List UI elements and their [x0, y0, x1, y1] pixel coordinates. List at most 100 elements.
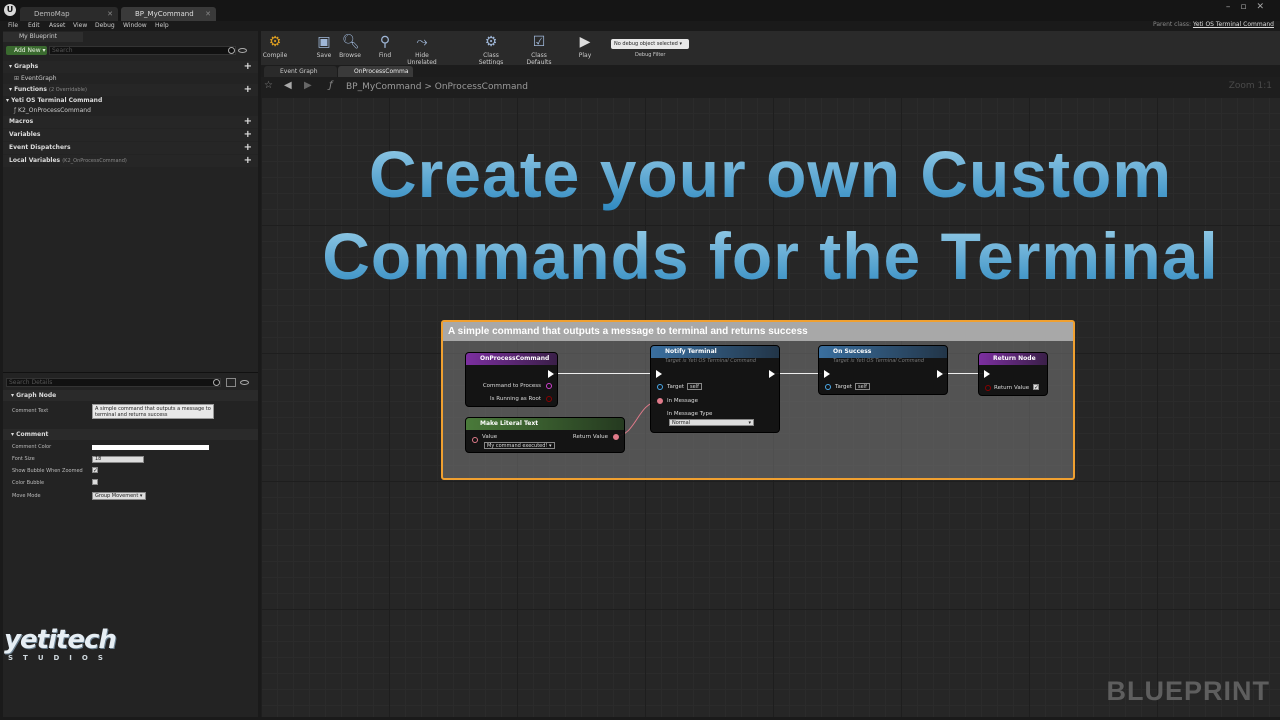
section-local-variables[interactable]: Local Variables (K2_OnProcessCommand) +	[3, 155, 258, 167]
text-in-pin[interactable]	[657, 398, 663, 404]
object-pin[interactable]	[825, 384, 831, 390]
node-on-success[interactable]: On Success Target is Yeti OS Terminal Co…	[818, 345, 948, 395]
functions-overridable-count: (2 Overridable)	[49, 87, 87, 93]
menu-file[interactable]: File	[8, 22, 18, 29]
node-make-literal-text[interactable]: Make Literal Text Value My command execu…	[465, 417, 625, 453]
section-graphs[interactable]: ▾ Graphs +	[3, 61, 258, 73]
star-icon[interactable]: ☆	[264, 80, 273, 91]
debug-object-dropdown[interactable]: No debug object selected ▾	[611, 39, 689, 49]
add-macro-plus-icon[interactable]: +	[244, 116, 252, 128]
add-graph-plus-icon[interactable]: +	[244, 61, 252, 73]
close-icon[interactable]: ✕	[107, 7, 113, 21]
comment-header[interactable]: ▾ Comment	[3, 429, 258, 440]
menu-window[interactable]: Window	[123, 22, 147, 29]
comment-text-field[interactable]: A simple command that outputs a message …	[92, 404, 214, 419]
parent-class-link[interactable]: Yeti OS Terminal Command	[1193, 21, 1274, 28]
exec-out-pin[interactable]	[769, 370, 775, 378]
tab-event-graph[interactable]: Event Graph	[264, 66, 337, 77]
node-return[interactable]: Return Node Return Value ✓	[978, 352, 1048, 396]
menu-debug[interactable]: Debug	[95, 22, 115, 29]
hide-unrelated-icon: ⤳	[416, 34, 428, 50]
section-event-dispatchers-label: Event Dispatchers	[9, 144, 71, 151]
text-pin[interactable]	[472, 437, 478, 443]
find-button[interactable]: ⚲ Find	[364, 34, 406, 59]
play-button[interactable]: ▶ Play	[564, 34, 606, 59]
menu-view[interactable]: View	[73, 22, 87, 29]
comment-header-label: Comment	[16, 431, 49, 438]
class-settings-button[interactable]: ⚙ Class Settings	[470, 34, 512, 66]
exec-out-pin[interactable]	[548, 370, 554, 378]
string-pin[interactable]	[546, 383, 552, 389]
section-functions[interactable]: ▾ Functions (2 Overridable) +	[3, 84, 258, 96]
back-arrow-icon[interactable]: ◀	[284, 80, 292, 91]
exec-in-pin[interactable]	[656, 370, 662, 378]
compile-button[interactable]: ⚙ Compile	[254, 34, 296, 59]
event-graph-item[interactable]: ⊞ EventGraph	[14, 75, 57, 82]
pin-root-label: Is Running as Root	[490, 396, 541, 402]
function-item-label: K2_OnProcessCommand	[18, 107, 91, 114]
my-blueprint-tab[interactable]: My Blueprint	[3, 32, 83, 42]
tab-onprocesscommand[interactable]: OnProcessComma	[338, 66, 413, 77]
target-self: self	[855, 383, 870, 390]
breadcrumb-leaf[interactable]: OnProcessCommand	[435, 82, 528, 92]
close-icon[interactable]: ✕	[205, 7, 211, 21]
breadcrumb-root[interactable]: BP_MyCommand	[346, 82, 421, 92]
function-category[interactable]: ▾ Yeti OS Terminal Command	[6, 97, 102, 104]
menu-help[interactable]: Help	[155, 22, 169, 29]
details-search-input[interactable]: Search Details	[6, 378, 221, 387]
move-mode-dropdown[interactable]: Group Movement ▾	[92, 492, 146, 500]
color-bubble-checkbox[interactable]	[92, 479, 98, 485]
window-controls[interactable]: –▫✕	[1226, 2, 1274, 12]
object-pin[interactable]	[657, 384, 663, 390]
bool-pin[interactable]	[985, 385, 991, 391]
section-macros[interactable]: Macros +	[3, 116, 258, 128]
node-notify-terminal[interactable]: Notify Terminal Target is Yeti OS Termin…	[650, 345, 780, 433]
tab-bp-mycommand[interactable]: BP_MyCommand ✕	[121, 7, 216, 21]
message-type-dropdown[interactable]: Normal ▾	[669, 419, 754, 426]
hide-unrelated-button[interactable]: ⤳ Hide Unrelated	[401, 34, 443, 66]
add-variable-plus-icon[interactable]: +	[244, 129, 252, 141]
forward-arrow-icon[interactable]: ▶	[304, 80, 312, 91]
comment-box-title[interactable]: A simple command that outputs a message …	[443, 322, 1073, 341]
add-new-button[interactable]: Add New ▾	[6, 46, 47, 55]
comment-color-swatch[interactable]	[92, 445, 209, 450]
grid-view-icon[interactable]	[226, 378, 236, 387]
chevron-down-icon: ▾	[748, 420, 751, 426]
menu-asset[interactable]: Asset	[49, 22, 65, 29]
compile-label: Compile	[262, 52, 288, 59]
text-out-pin[interactable]	[613, 434, 619, 440]
font-size-field[interactable]: 18	[92, 456, 144, 463]
function-item[interactable]: ƒ K2_OnProcessCommand	[14, 107, 91, 114]
section-variables[interactable]: Variables +	[3, 129, 258, 141]
graph-node-header[interactable]: ▾ Graph Node	[3, 390, 258, 401]
exec-in-pin[interactable]	[824, 370, 830, 378]
find-icon: ⚲	[379, 34, 391, 50]
node-onprocesscommand[interactable]: OnProcessCommand Command to Process Is R…	[465, 352, 558, 407]
compile-icon: ⚙	[268, 34, 282, 50]
eye-icon[interactable]	[240, 380, 249, 385]
class-settings-label: Class Settings	[478, 52, 504, 66]
add-function-plus-icon[interactable]: +	[244, 84, 252, 96]
graph-node-header-label: Graph Node	[16, 392, 57, 399]
tab-demomap[interactable]: DemoMap ✕	[20, 7, 118, 21]
pin-return-label: Return Value	[994, 385, 1030, 391]
blueprint-search-input[interactable]: Search	[49, 46, 236, 55]
eye-icon[interactable]	[238, 48, 247, 53]
class-defaults-button[interactable]: ☑ Class Defaults	[518, 34, 560, 66]
return-value-checkbox[interactable]: ✓	[1033, 384, 1039, 391]
exec-in-pin[interactable]	[984, 370, 990, 378]
section-event-dispatchers[interactable]: Event Dispatchers +	[3, 142, 258, 154]
bool-pin[interactable]	[546, 396, 552, 402]
menu-edit[interactable]: Edit	[28, 22, 40, 29]
literal-text-input[interactable]: My command executed! ▾	[484, 442, 555, 449]
add-dispatcher-plus-icon[interactable]: +	[244, 142, 252, 154]
play-icon: ▶	[579, 34, 591, 50]
node-title: On Success	[833, 348, 872, 355]
exec-out-pin[interactable]	[937, 370, 943, 378]
show-bubble-checkbox[interactable]: ✓	[92, 467, 98, 474]
class-settings-icon: ⚙	[484, 34, 498, 50]
function-icon: ƒ	[329, 80, 333, 91]
unreal-logo-icon: U	[4, 4, 16, 16]
add-local-variable-plus-icon[interactable]: +	[244, 155, 252, 167]
node-title: Return Node	[993, 355, 1036, 362]
